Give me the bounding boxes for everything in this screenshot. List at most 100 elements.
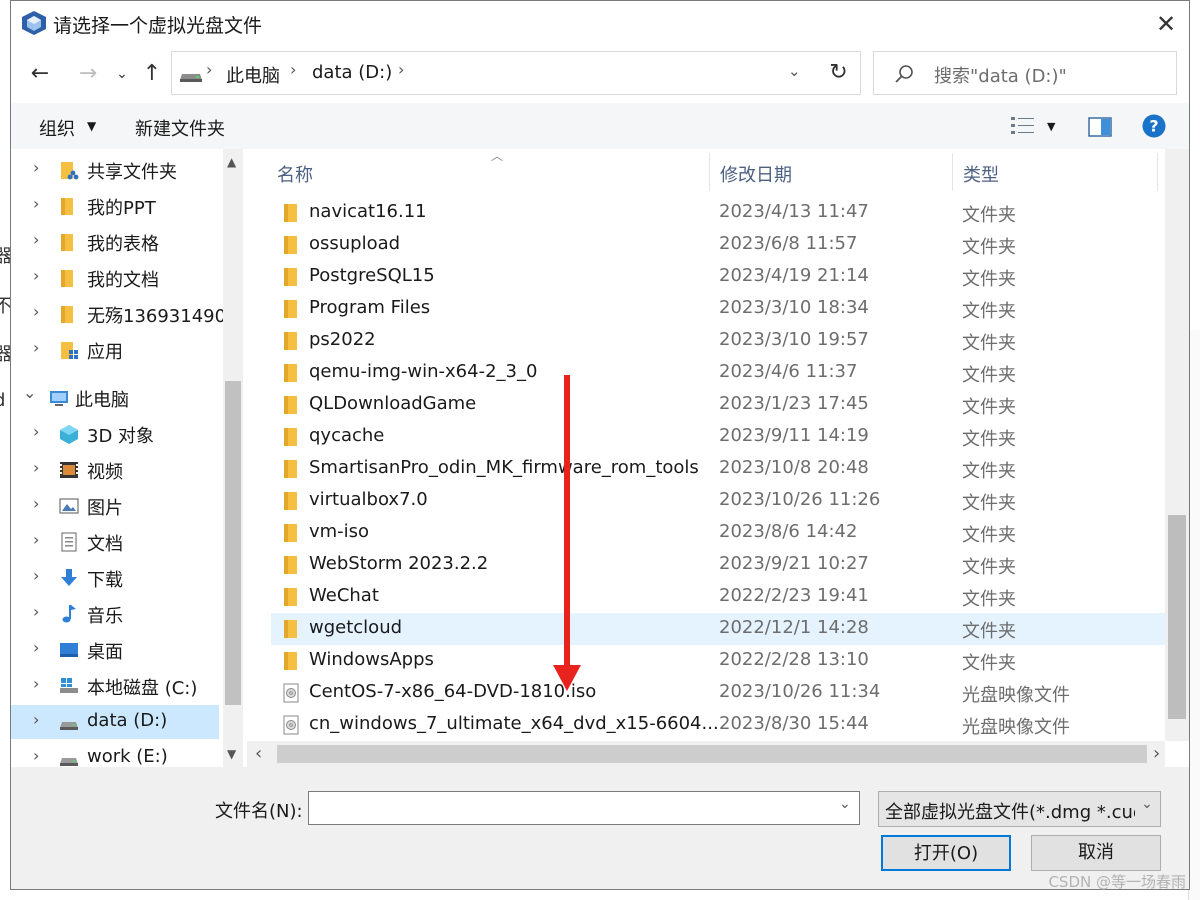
nav-item[interactable]: › 桌面 — [11, 633, 219, 667]
nav-item[interactable]: › 文档 — [11, 525, 219, 559]
search-input[interactable]: 搜索"data (D:)" — [873, 51, 1177, 95]
navigation-scrollbar[interactable]: ▲ ▼ — [223, 149, 243, 767]
expand-chevron-icon[interactable]: › — [33, 458, 39, 477]
file-modified-date: 2023/10/26 11:26 — [719, 489, 881, 510]
expand-chevron-icon[interactable]: › — [33, 566, 39, 585]
scroll-left-icon[interactable]: ‹ — [255, 743, 262, 764]
expand-chevron-icon[interactable]: › — [33, 158, 39, 177]
nav-item[interactable]: › 音乐 — [11, 597, 219, 631]
new-folder-button[interactable]: 新建文件夹 — [135, 115, 225, 141]
folder-icon — [284, 300, 297, 318]
file-type-filter[interactable]: 全部虚拟光盘文件(*.dmg *.cue ⌄ — [878, 791, 1161, 827]
file-row[interactable]: qemu-img-win-x64-2_3_0 2023/4/6 11:37 文件夹 — [271, 357, 1165, 389]
expand-chevron-icon[interactable]: › — [33, 530, 39, 549]
column-header-type[interactable]: 类型 — [963, 161, 999, 187]
file-row[interactable]: WindowsApps 2022/2/28 13:10 文件夹 — [271, 645, 1165, 677]
breadcrumb-item[interactable]: 此电脑 — [226, 62, 280, 88]
refresh-button[interactable]: ↻ — [817, 51, 861, 95]
nav-item[interactable]: › 应用 — [11, 333, 219, 367]
scroll-down-icon[interactable]: ▼ — [227, 747, 236, 761]
expand-chevron-icon[interactable]: › — [33, 746, 39, 765]
expand-chevron-icon[interactable]: › — [33, 494, 39, 513]
expand-chevron-icon[interactable]: › — [33, 638, 39, 657]
scroll-right-icon[interactable]: › — [1153, 743, 1160, 764]
folder-icon — [284, 492, 297, 510]
nav-item[interactable]: › 3D 对象 — [11, 417, 219, 451]
file-row[interactable]: WeChat 2022/2/23 19:41 文件夹 — [271, 581, 1165, 613]
filter-dropdown-icon[interactable]: ⌄ — [1135, 796, 1159, 822]
address-bar[interactable]: › 此电脑 › data (D:) › ⌄ — [171, 51, 861, 95]
column-separator[interactable] — [952, 153, 953, 191]
expand-chevron-icon[interactable]: › — [33, 302, 39, 321]
nav-item[interactable]: › 共享文件夹 — [11, 153, 219, 187]
preview-pane-icon[interactable] — [1088, 117, 1112, 137]
breadcrumb-item[interactable]: data (D:) — [312, 62, 392, 83]
expand-chevron-icon[interactable]: › — [33, 674, 39, 693]
nav-item[interactable]: › work (E:) — [11, 741, 219, 767]
column-header-date[interactable]: 修改日期 — [720, 161, 792, 187]
file-row[interactable]: vm-iso 2023/8/6 14:42 文件夹 — [271, 517, 1165, 549]
file-row[interactable]: WebStorm 2023.2.2 2023/9/21 10:27 文件夹 — [271, 549, 1165, 581]
expand-chevron-icon[interactable]: › — [33, 422, 39, 441]
file-row[interactable]: QLDownloadGame 2023/1/23 17:45 文件夹 — [271, 389, 1165, 421]
nav-item[interactable]: › 下载 — [11, 561, 219, 595]
close-button[interactable]: ✕ — [1149, 7, 1183, 41]
file-list-horizontal-scrollbar[interactable]: ‹ › — [247, 741, 1165, 767]
file-row[interactable]: wgetcloud 2022/12/1 14:28 文件夹 — [271, 613, 1165, 645]
help-icon[interactable]: ? — [1142, 114, 1166, 138]
up-arrow-icon[interactable]: ↑ — [137, 59, 167, 89]
file-row[interactable]: navicat16.11 2023/4/13 11:47 文件夹 — [271, 197, 1165, 229]
organize-dropdown-icon[interactable]: ▼ — [87, 119, 96, 133]
file-row[interactable]: PostgreSQL15 2023/4/19 21:14 文件夹 — [271, 261, 1165, 293]
nav-item-label: 此电脑 — [75, 390, 129, 411]
collapse-chevron-icon[interactable]: ⌄ — [23, 383, 36, 402]
expand-chevron-icon[interactable]: › — [33, 266, 39, 285]
organize-menu-button[interactable]: 组织 — [39, 115, 75, 141]
file-row[interactable]: virtualbox7.0 2023/10/26 11:26 文件夹 — [271, 485, 1165, 517]
expand-chevron-icon[interactable]: › — [33, 338, 39, 357]
breadcrumb-chevron-icon[interactable]: › — [398, 60, 404, 79]
filename-dropdown-icon[interactable]: ⌄ — [839, 796, 851, 812]
expand-chevron-icon[interactable]: › — [33, 230, 39, 249]
file-type: 文件夹 — [962, 205, 1016, 226]
breadcrumb-chevron-icon[interactable]: › — [290, 60, 296, 79]
view-dropdown-icon[interactable]: ▼ — [1047, 120, 1055, 133]
cancel-button[interactable]: 取消 — [1031, 835, 1161, 871]
filename-input[interactable]: ⌄ — [308, 791, 860, 825]
recent-locations-chevron-icon[interactable]: ⌄ — [107, 59, 137, 89]
file-row[interactable]: ps2022 2023/3/10 19:57 文件夹 — [271, 325, 1165, 357]
file-row[interactable]: qycache 2023/9/11 14:19 文件夹 — [271, 421, 1165, 453]
column-header-name[interactable]: 名称 — [277, 161, 313, 187]
nav-item[interactable]: › 视频 — [11, 453, 219, 487]
file-row[interactable]: ossupload 2023/6/8 11:57 文件夹 — [271, 229, 1165, 261]
column-separator[interactable] — [709, 153, 710, 191]
back-arrow-icon[interactable]: ← — [25, 59, 55, 89]
open-button[interactable]: 打开(O) — [881, 835, 1011, 871]
file-row[interactable]: cn_windows_7_ultimate_x64_dvd_x15-6604..… — [271, 709, 1165, 741]
forward-arrow-icon[interactable]: → — [73, 59, 103, 89]
address-dropdown-icon[interactable]: ⌄ — [788, 62, 801, 80]
nav-item[interactable]: › data (D:) — [11, 705, 219, 739]
file-row[interactable]: CentOS-7-x86_64-DVD-1810.iso 2023/10/26 1… — [271, 677, 1165, 709]
nav-item[interactable]: › 我的表格 — [11, 225, 219, 259]
file-row[interactable]: SmartisanPro_odin_MK_firmware_rom_tools 2… — [271, 453, 1165, 485]
disc-image-icon — [283, 683, 299, 703]
scroll-thumb[interactable] — [1168, 515, 1186, 719]
nav-item[interactable]: › 本地磁盘 (C:) — [11, 669, 219, 703]
nav-item[interactable]: › 图片 — [11, 489, 219, 523]
nav-item[interactable]: › 我的文档 — [11, 261, 219, 295]
scroll-thumb[interactable] — [277, 745, 1147, 763]
nav-item[interactable]: › 无殇136931490 — [11, 297, 226, 331]
expand-chevron-icon[interactable]: › — [33, 710, 39, 729]
column-separator[interactable] — [1157, 153, 1158, 191]
view-options-icon[interactable] — [1011, 115, 1035, 137]
nav-item[interactable]: › 我的PPT — [11, 189, 219, 223]
file-row[interactable]: Program Files 2023/3/10 18:34 文件夹 — [271, 293, 1165, 325]
expand-chevron-icon[interactable]: › — [33, 194, 39, 213]
scroll-thumb[interactable] — [225, 381, 241, 705]
downloads-icon — [61, 569, 77, 586]
file-list-vertical-scrollbar[interactable] — [1165, 149, 1189, 741]
scroll-up-icon[interactable]: ▲ — [227, 155, 236, 169]
expand-chevron-icon[interactable]: › — [33, 602, 39, 621]
nav-item[interactable]: ⌄ 此电脑 — [11, 381, 219, 415]
